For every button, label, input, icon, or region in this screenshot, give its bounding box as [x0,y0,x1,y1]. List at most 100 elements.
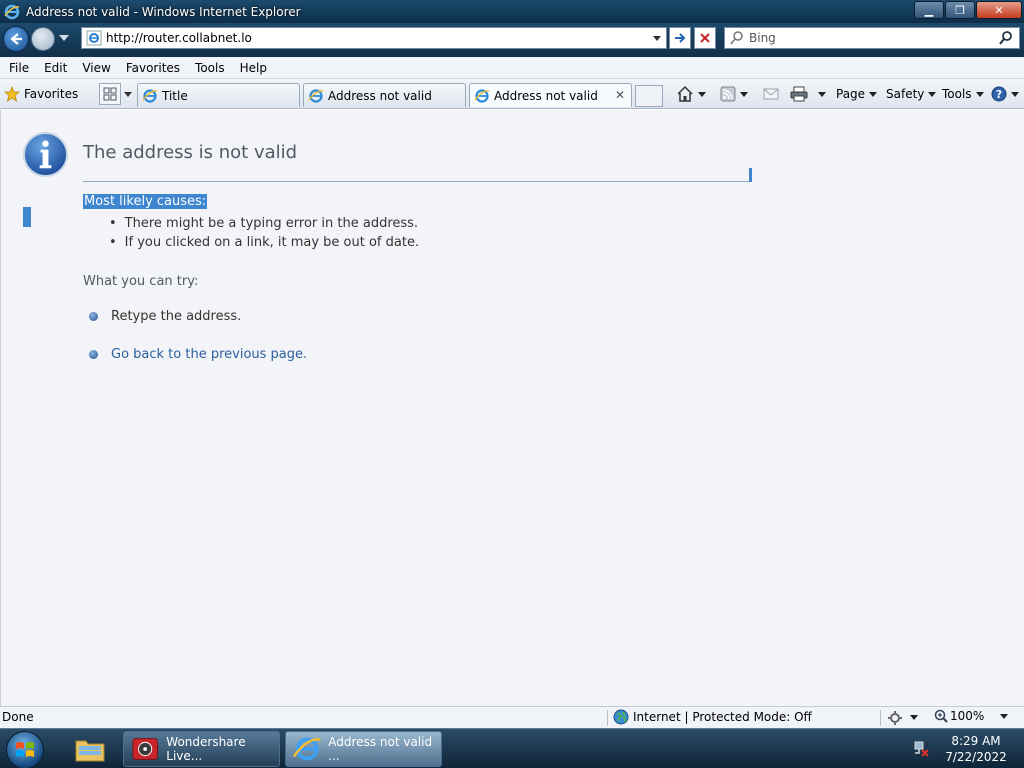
taskbar-ie-button[interactable]: Address not valid ... [285,731,442,767]
close-window-button[interactable]: ✕ [976,1,1022,19]
menu-help[interactable]: Help [234,61,273,75]
taskbar-app-label: Wondershare Live... [166,735,246,763]
favorites-button[interactable]: Favorites [4,83,78,105]
maximize-button[interactable]: ❐ [945,1,975,19]
status-separator [880,710,881,726]
close-icon: ✕ [994,3,1004,17]
menu-view[interactable]: View [76,61,116,75]
menu-file[interactable]: File [3,61,35,75]
stop-button[interactable] [694,27,716,49]
recent-pages-dropdown[interactable] [59,35,69,41]
wondershare-film-icon [132,738,158,760]
security-zone[interactable]: Internet | Protected Mode: Off [613,709,812,725]
print-dropdown-icon[interactable] [818,91,826,97]
blue-bullet-icon [89,350,98,359]
go-back-link[interactable]: Go back to the previous page. [111,347,307,362]
try-item-go-back[interactable]: Go back to the previous page. [89,347,307,362]
address-dropdown-icon[interactable] [653,35,661,41]
safety-menu-button[interactable]: Safety [886,83,937,105]
safety-menu-label: Safety [886,87,925,101]
forward-button[interactable] [31,27,55,51]
minimize-icon: ▁ [924,3,934,17]
tab-list-dropdown[interactable] [124,92,132,97]
zone-label: Internet | Protected Mode: Off [633,710,812,724]
stop-x-icon [700,33,710,43]
network-tray-icon[interactable] [912,739,930,760]
menu-bar: File Edit View Favorites Tools Help [0,57,1024,79]
safety-dropdown-icon [928,91,937,97]
home-dropdown-icon[interactable] [698,91,706,97]
search-button[interactable] [993,28,1019,48]
tools-dropdown-icon [975,91,984,97]
mail-icon [763,88,779,100]
back-arrow-icon [10,33,22,45]
quick-tabs-button[interactable] [99,83,121,105]
zoom-level: 100% [950,709,985,723]
tab-ie-icon [474,88,490,103]
addons-dropdown-icon[interactable] [910,714,918,720]
folder-icon [75,740,105,762]
new-tab-button[interactable] [635,85,663,107]
menu-favorites[interactable]: Favorites [120,61,186,75]
try-heading: What you can try: [83,274,199,289]
go-arrow-icon [675,33,686,43]
print-button[interactable] [790,83,826,105]
page-ie-icon [86,30,102,46]
status-text: Done [2,710,34,724]
blue-bullet-icon [89,312,98,321]
navigation-bar: http://router.collabnet.lo Bing [0,23,1024,57]
quick-tabs-grid-icon [103,87,117,101]
close-tab-icon[interactable]: ✕ [615,88,625,102]
feeds-button[interactable] [720,83,748,105]
feeds-dropdown-icon[interactable] [740,91,748,97]
restore-icon: ❐ [955,3,965,17]
tab-active-address-not-valid[interactable]: Address not valid ✕ [469,83,632,107]
address-bar[interactable]: http://router.collabnet.lo [81,27,667,49]
help-button[interactable]: ? [991,83,1019,105]
menu-edit[interactable]: Edit [38,61,73,75]
manage-addons-icon [888,711,902,725]
help-dropdown-icon[interactable] [1011,91,1019,97]
causes-heading: Most likely causes: [83,194,208,209]
page-title: The address is not valid [83,142,298,163]
tab-ie-icon [308,88,324,103]
search-box[interactable]: Bing [724,27,1020,49]
back-button[interactable] [3,26,29,52]
go-button[interactable] [669,27,691,49]
ie-taskbar-icon [292,737,321,761]
rss-feed-icon [720,86,736,102]
zoom-button[interactable]: 100% [934,709,1009,723]
zoom-dropdown-icon[interactable] [1000,713,1009,719]
page-menu-label: Page [836,87,866,101]
tab-title[interactable]: Title [137,83,300,107]
start-button[interactable] [6,731,44,768]
ie-logo-icon [4,4,20,19]
tools-menu-label: Tools [942,87,972,101]
cause-item: If you clicked on a link, it may be out … [109,233,419,252]
system-clock[interactable]: 8:29 AM 7/22/2022 [940,733,1012,765]
minimize-button[interactable]: ▁ [914,1,944,19]
favorites-label: Favorites [24,87,79,101]
clock-time: 8:29 AM [951,734,1001,748]
search-input[interactable]: Bing [749,31,993,45]
tab-address-not-valid[interactable]: Address not valid [303,83,466,107]
add-ons-button[interactable] [886,709,918,725]
tab-command-bar: Favorites Title Address not valid Addres… [0,79,1024,109]
address-input[interactable]: http://router.collabnet.lo [106,31,653,45]
home-button[interactable] [676,83,706,105]
tab-ie-icon [142,88,158,103]
taskbar: Wondershare Live... Address not valid ..… [0,728,1024,768]
magnifier-icon [999,31,1012,45]
cause-item: There might be a typing error in the add… [109,214,419,233]
taskbar-wondershare-button[interactable]: Wondershare Live... [123,731,280,767]
tab-label: Address not valid [494,88,598,103]
tools-menu-button[interactable]: Tools [942,83,984,105]
taskbar-app-label: Address not valid ... [328,735,433,763]
taskbar-explorer-button[interactable] [70,732,110,766]
menu-tools[interactable]: Tools [189,61,231,75]
network-disconnected-icon [914,741,929,757]
read-mail-button[interactable] [763,83,779,105]
page-menu-button[interactable]: Page [836,83,878,105]
selection-marker [23,207,31,227]
zoom-magnifier-icon [934,709,948,723]
